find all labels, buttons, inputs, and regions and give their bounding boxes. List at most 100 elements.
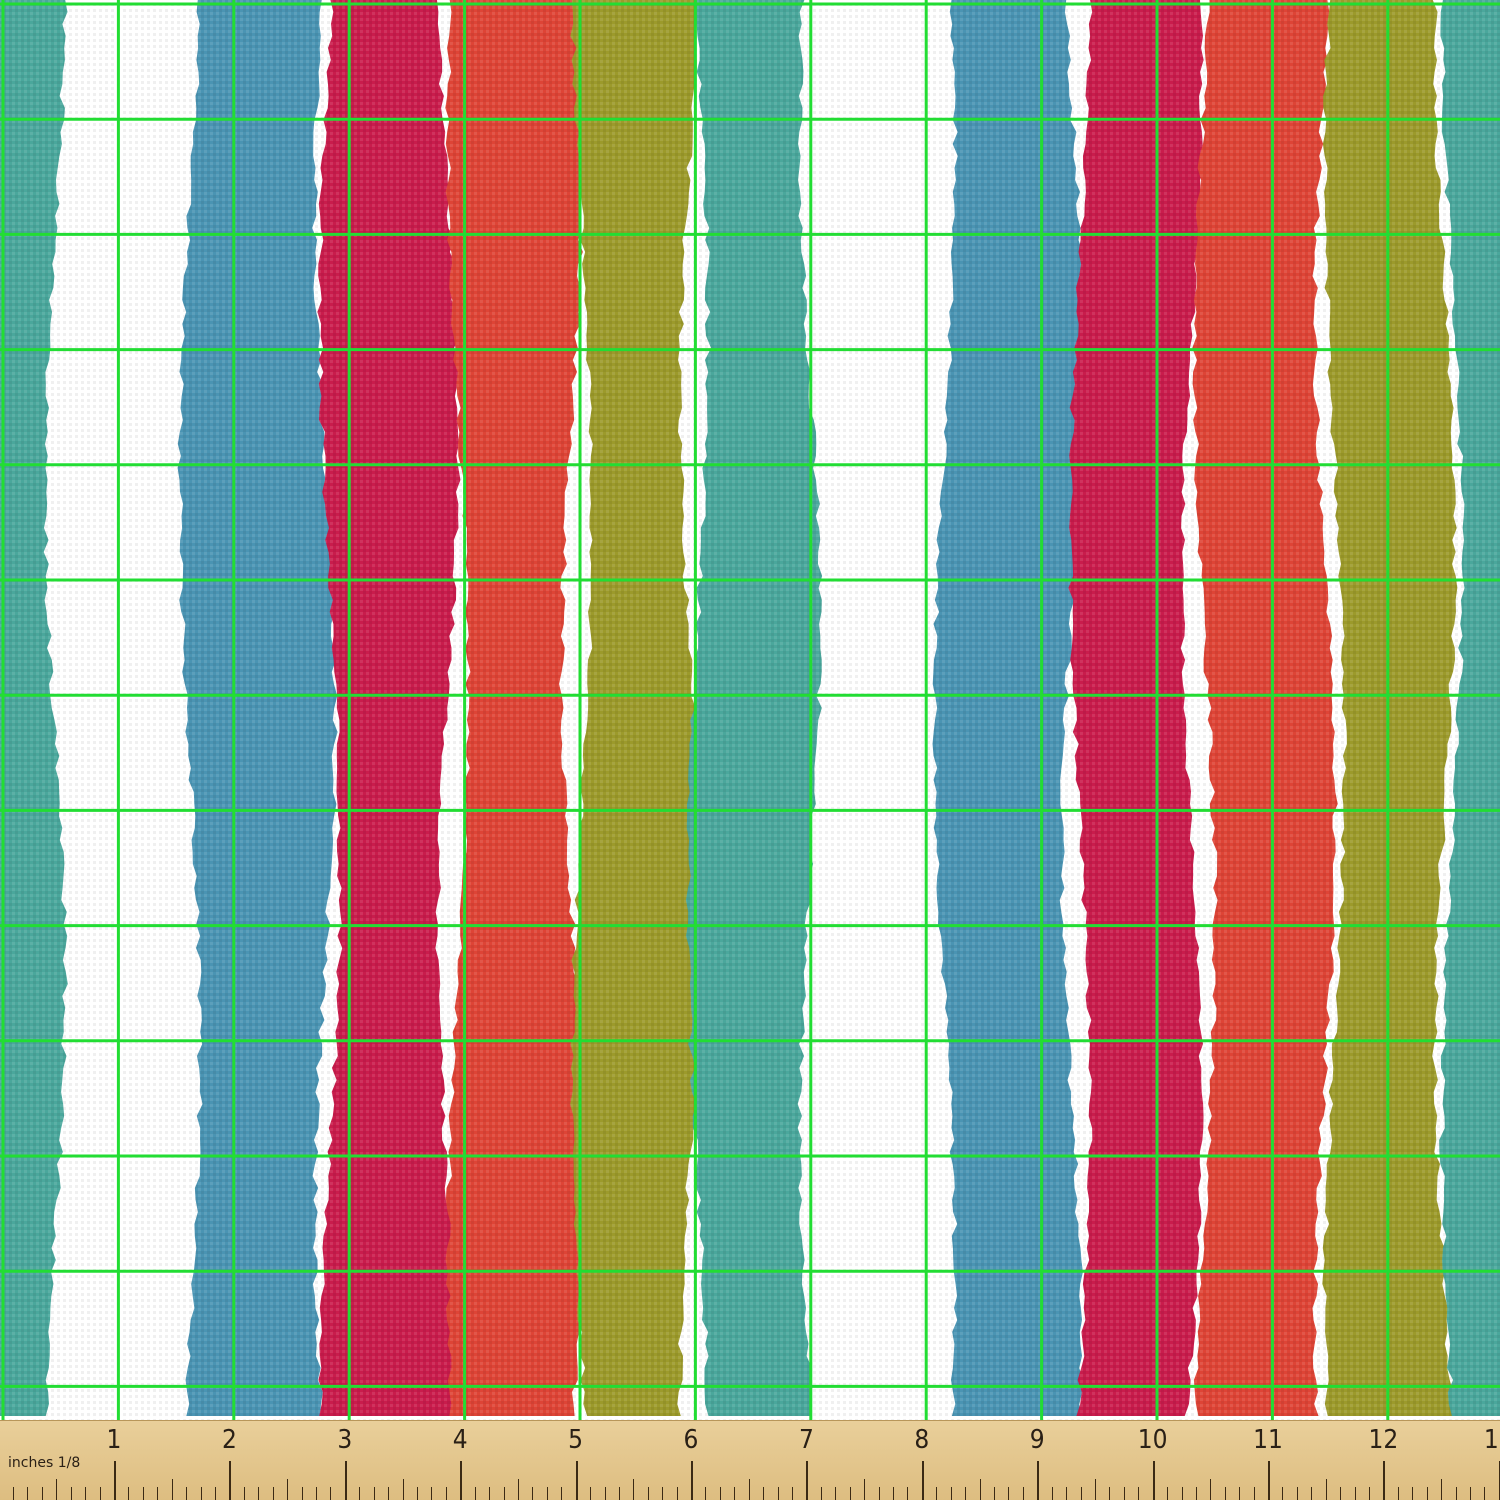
ruler-tick [215,1487,216,1500]
ruler-tick [1369,1487,1370,1500]
ruler-tick [691,1461,693,1500]
ruler-tick [633,1479,635,1500]
ruler-number: 11 [1253,1425,1283,1455]
ruler-tick [965,1487,967,1500]
ruler-tick [316,1487,317,1500]
fabric-swatch: 12345678910111213 inches 1/8 [0,0,1500,1500]
ruler-tick [474,1487,476,1500]
ruler-number: 7 [798,1425,814,1455]
ruler-tick [1080,1487,1082,1500]
ruler-tick [344,1461,347,1500]
ruler-tick [85,1487,87,1500]
ruler-tick [128,1487,130,1500]
ruler-tick [1484,1487,1486,1500]
ruler-tick [864,1479,866,1500]
ruler-tick [301,1487,303,1500]
ruler-tick [1022,1487,1024,1500]
ruler-tick [142,1487,144,1500]
ruler-tick [1123,1487,1125,1500]
ruler-tick [186,1487,188,1500]
ruler-tick [618,1487,620,1500]
ruler-tick [243,1487,245,1500]
ruler-tick [878,1487,880,1500]
ruler-tick [1094,1479,1096,1500]
ruler-unit-label: inches 1/8 [8,1455,81,1471]
ruler-tick [229,1461,232,1500]
ruler-tick [1037,1461,1040,1500]
ruler-tick [13,1487,14,1500]
ruler-tick [1296,1487,1298,1500]
ruler-tick [647,1487,649,1500]
ruler-number: 5 [568,1425,584,1455]
ruler-tick [200,1487,202,1500]
ruler-tick [921,1461,924,1500]
ruler-tick [330,1487,332,1500]
ruler-tick [1008,1487,1010,1500]
ruler-number: 2 [221,1425,237,1455]
ruler-tick [907,1487,909,1500]
ruler-tick [792,1487,793,1500]
ruler-tick [1340,1487,1342,1500]
ruler-tick [1167,1487,1168,1500]
ruler-tick [604,1487,606,1500]
ruler-tick [893,1487,894,1500]
ruler-tick [590,1487,591,1500]
ruler-tick [258,1487,260,1500]
ruler-tick [1224,1487,1226,1500]
ruler-tick [272,1487,274,1500]
ruler-tick [561,1487,563,1500]
ruler-tick [1470,1487,1471,1500]
ruler-tick [445,1487,447,1500]
ruler-number: 12 [1368,1425,1399,1455]
ruler-tick [1138,1487,1140,1500]
ruler-tick [777,1487,779,1500]
ruler-tick [676,1487,678,1500]
ruler-tick [1210,1479,1212,1500]
ruler-tick [359,1487,361,1500]
ruler-tick [460,1461,463,1500]
ruler-tick [1311,1487,1313,1500]
ruler-tick [849,1487,851,1500]
ruler-tick [1397,1487,1399,1500]
ruler-tick [41,1487,43,1500]
ruler-tick [1195,1487,1197,1500]
ruler-tick [1354,1487,1356,1500]
ruler-tick [1455,1487,1457,1500]
ruler-tick [388,1487,390,1500]
weave-texture [0,0,1500,1420]
ruler-number: 3 [337,1425,353,1455]
ruler-tick [936,1487,938,1500]
ruler-number: 8 [914,1425,930,1455]
ruler-tick [705,1487,707,1500]
ruler-number: 6 [683,1425,699,1455]
ruler-tick [27,1487,29,1500]
ruler-tick [820,1487,822,1500]
ruler-number: 1 [106,1425,122,1455]
ruler-number: 10 [1137,1425,1168,1455]
ruler-tick [402,1479,404,1500]
ruler-tick [763,1487,765,1500]
ruler-tick [719,1487,721,1500]
ruler-tick [157,1487,159,1500]
ruler-tick [1152,1461,1155,1500]
ruler-tick [1051,1487,1053,1500]
ruler-number: 9 [1029,1425,1045,1455]
ruler-tick [532,1487,534,1500]
ruler-tick [806,1461,809,1500]
ruler-tick [950,1487,952,1500]
ruler-tick [56,1479,58,1500]
ruler-tick [979,1479,981,1500]
ruler-tick [99,1487,101,1500]
ruler-tick [1066,1487,1067,1500]
ruler-tick [171,1479,173,1500]
ruler-tick [748,1479,750,1500]
ruler-tick [662,1487,664,1500]
ruler-tick [1268,1461,1270,1500]
ruler-tick [416,1487,418,1500]
ruler-tick [835,1487,837,1500]
ruler-tick [503,1487,505,1500]
ruler-tick [1325,1479,1327,1500]
ruler-tick [287,1479,289,1500]
ruler-tick [546,1487,548,1500]
ruler-tick [517,1479,519,1500]
